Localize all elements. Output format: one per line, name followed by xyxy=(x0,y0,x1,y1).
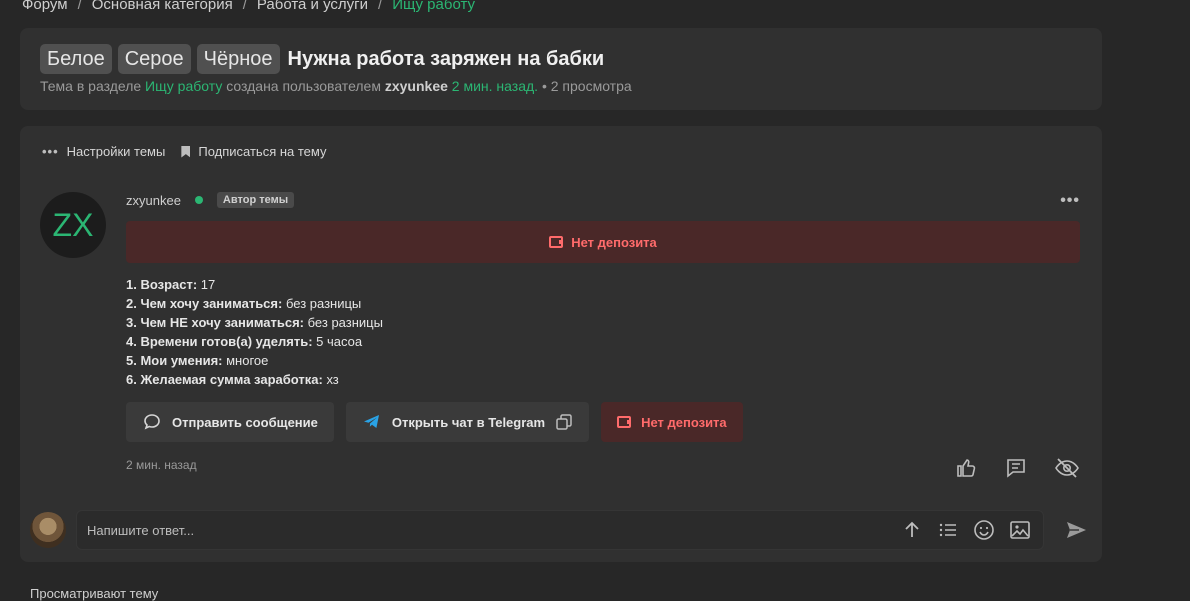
telegram-chat-label: Открыть чат в Telegram xyxy=(391,414,546,430)
breadcrumb-separator: / xyxy=(77,0,82,13)
telegram-chat-button[interactable]: Открыть чат в Telegram xyxy=(345,402,590,442)
emoji-icon[interactable] xyxy=(973,519,995,541)
send-message-button[interactable]: Отправить сообщение xyxy=(126,402,334,442)
subscribe-topic-button[interactable]: Подписаться на тему xyxy=(198,144,326,159)
line-answer: хз xyxy=(322,372,339,387)
more-dots-icon[interactable]: ••• xyxy=(42,144,59,159)
post-author-name[interactable]: zxyunkee xyxy=(126,193,181,208)
viewing-topic-label: Просматривают тему xyxy=(30,586,159,601)
post-line: 4. Времени готов(а) уделять: 5 часоа xyxy=(126,332,383,351)
author-avatar[interactable]: ZX xyxy=(40,192,106,258)
meta-section-link[interactable]: Ищу работу xyxy=(145,78,222,94)
line-answer: 5 часоа xyxy=(312,334,363,349)
chat-bubble-icon xyxy=(142,412,162,432)
line-question: 2. Чем хочу заниматься: xyxy=(126,296,283,311)
topic-meta: Тема в разделе Ищу работу создана пользо… xyxy=(40,78,632,94)
topic-title: Нужна работа заряжен на бабки xyxy=(287,47,605,70)
post-line: 5. Мои умения: многое xyxy=(126,351,383,370)
line-question: 5. Мои умения: xyxy=(126,353,223,368)
online-status-icon xyxy=(194,196,203,204)
breadcrumb-separator: / xyxy=(242,0,247,13)
wallet-icon xyxy=(617,416,632,428)
no-deposit-button[interactable]: Нет депозита xyxy=(601,402,743,442)
post-line: 3. Чем НЕ хочу заниматься: без разницы xyxy=(126,313,383,332)
post-author-row: zxyunkee Автор темы xyxy=(126,192,295,208)
topic-title-row: Белое Серое Чёрное Нужна работа заряжен … xyxy=(40,44,604,74)
line-question: 6. Желаемая сумма заработка: xyxy=(126,372,323,387)
reply-input[interactable] xyxy=(77,511,901,549)
line-answer: многое xyxy=(222,353,269,368)
line-answer: без разницы xyxy=(282,296,362,311)
breadcrumb-work-services[interactable]: Работа и услуги xyxy=(257,0,368,13)
user-avatar[interactable] xyxy=(30,512,66,548)
deposit-banner-label: Нет депозита xyxy=(571,234,657,250)
post-action-buttons: Отправить сообщение Открыть чат в Telegr… xyxy=(126,402,743,442)
meta-prefix: Тема в разделе xyxy=(40,78,142,94)
tag-white[interactable]: Белое xyxy=(40,44,112,74)
topic-actions: ••• Настройки темы Подписаться на тему xyxy=(42,144,326,159)
breadcrumb-looking-for-work[interactable]: Ищу работу xyxy=(392,0,475,13)
line-question: 4. Времени готов(а) уделять: xyxy=(126,334,313,349)
line-question: 1. Возраст: xyxy=(126,277,198,292)
send-message-label: Отправить сообщение xyxy=(172,414,318,430)
post-more-icon[interactable]: ••• xyxy=(1060,192,1080,210)
meta-created-time: 2 мин. назад. xyxy=(451,78,539,94)
reply-bar xyxy=(30,508,1092,552)
deposit-banner: Нет депозита xyxy=(126,221,1080,263)
arrow-up-icon[interactable] xyxy=(901,519,923,541)
post-line: 1. Возраст: 17 xyxy=(126,275,383,294)
telegram-icon xyxy=(362,412,382,432)
like-icon[interactable] xyxy=(954,456,978,480)
hide-eye-icon[interactable] xyxy=(1054,456,1080,480)
meta-views: • 2 просмотра xyxy=(541,78,632,94)
post-time[interactable]: 2 мин. назад xyxy=(126,458,197,472)
topic-header: Белое Серое Чёрное Нужна работа заряжен … xyxy=(20,28,1102,110)
reply-input-wrapper xyxy=(76,510,1044,550)
author-badge: Автор темы xyxy=(216,192,295,208)
copy-icon[interactable] xyxy=(555,413,573,431)
line-answer: 17 xyxy=(197,277,216,292)
post-line: 6. Желаемая сумма заработка: хз xyxy=(126,370,383,389)
reply-toolbar xyxy=(901,519,1031,541)
bookmark-icon[interactable] xyxy=(181,145,191,158)
breadcrumb: Форум / Основная категория / Работа и ус… xyxy=(22,0,475,15)
post-content: 1. Возраст: 17 2. Чем хочу заниматься: б… xyxy=(126,275,383,389)
line-question: 3. Чем НЕ хочу заниматься: xyxy=(126,315,305,330)
tag-grey[interactable]: Серое xyxy=(117,44,191,74)
image-icon[interactable] xyxy=(1009,519,1031,541)
comment-icon[interactable] xyxy=(1004,456,1028,480)
breadcrumb-forum[interactable]: Форум xyxy=(22,0,68,13)
wallet-icon xyxy=(549,236,564,248)
no-deposit-label: Нет депозита xyxy=(641,414,727,430)
send-icon[interactable] xyxy=(1064,518,1088,542)
breadcrumb-main-category[interactable]: Основная категория xyxy=(92,0,233,13)
post-card: ••• Настройки темы Подписаться на тему Z… xyxy=(20,126,1102,562)
line-answer: без разницы xyxy=(304,315,383,330)
meta-author-link[interactable]: zxyunkee xyxy=(385,78,448,94)
post-line: 2. Чем хочу заниматься: без разницы xyxy=(126,294,383,313)
meta-created-by: создана пользователем xyxy=(226,78,381,94)
topic-settings-button[interactable]: Настройки темы xyxy=(67,144,166,159)
post-reaction-icons xyxy=(954,456,1080,480)
tag-black[interactable]: Чёрное xyxy=(196,44,280,74)
list-icon[interactable] xyxy=(937,519,959,541)
breadcrumb-separator: / xyxy=(378,0,383,13)
